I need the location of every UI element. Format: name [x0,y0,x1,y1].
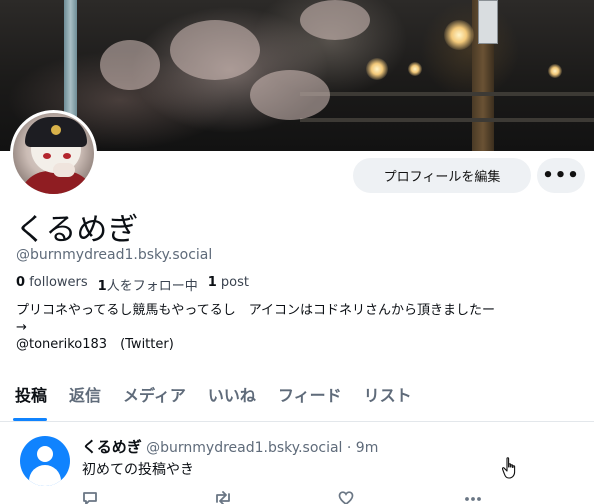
tab-replies[interactable]: 返信 [58,374,112,421]
default-avatar-head [37,446,53,462]
tab-label: 返信 [69,386,102,405]
followers-count: 0 [16,275,26,290]
tab-label: リスト [363,386,412,405]
tab-label: いいね [207,386,256,405]
tab-label: 投稿 [15,386,48,405]
posts-label: post [220,275,249,290]
banner-sign [478,0,498,44]
post-author-handle[interactable]: @burnmydread1.bsky.social [146,440,342,456]
post-text: 初めての投稿やき [82,462,194,478]
post-author-name[interactable]: くるめぎ [82,438,142,456]
avatar-hand [53,163,75,177]
tab-label: フィード [277,386,342,405]
active-tab-indicator [13,418,48,421]
more-icon[interactable] [464,490,482,504]
avatar-eye [43,153,51,159]
feed-post[interactable]: くるめぎ @burnmydread1.bsky.social · 9m 初めての… [0,422,594,504]
post-header: くるめぎ @burnmydread1.bsky.social · 9m [82,436,378,457]
banner-railing [300,118,594,122]
bio-line: プリコネやってるし競馬もやってるし アイコンはコドネリさんから頂きましたー [16,303,496,318]
bio-mention-line[interactable]: @toneriko183 (Twitter) [16,336,586,353]
avatar-eye [63,153,71,159]
banner-blossom [250,70,330,120]
repost-icon[interactable] [214,490,232,504]
bio-line: → [16,320,27,335]
default-avatar-body [29,465,61,486]
post-author-avatar[interactable] [20,436,70,486]
banner-lamp [548,64,562,78]
like-icon[interactable] [338,490,354,504]
post-actions [82,490,482,504]
posts-stat: 1 post [208,275,249,294]
tab-posts[interactable]: 投稿 [0,374,58,421]
banner-lamp [408,62,422,76]
tab-label: メディア [123,386,186,405]
profile-handle: @burnmydread1.bsky.social [16,247,213,263]
more-options-button[interactable]: ••• [537,158,585,193]
tab-media[interactable]: メディア [112,374,197,421]
tab-likes[interactable]: いいね [197,374,267,421]
followers-stat[interactable]: 0 followers [16,275,88,294]
display-name: くるめぎ [15,212,139,248]
posts-count: 1 [207,275,217,290]
profile-stats: 0 followers 1人をフォロー中 1 post [16,275,249,294]
ellipsis-icon: ••• [542,165,580,186]
following-count: 1 [97,279,107,294]
edit-profile-button[interactable]: プロフィールを編集 [353,158,531,193]
following-label: 人をフォロー中 [106,279,198,294]
tab-feeds[interactable]: フィード [267,374,353,421]
reply-icon[interactable] [82,490,98,504]
banner-blossom [100,40,160,90]
followers-label: followers [29,275,88,290]
post-time[interactable]: 9m [356,440,379,456]
banner-blossom [300,0,370,40]
profile-bio: プリコネやってるし競馬もやってるし アイコンはコドネリさんから頂きましたー → … [16,302,586,353]
hand-pointer-icon [501,456,520,484]
banner-lamp [366,58,388,80]
banner-blossom [170,20,260,80]
following-stat[interactable]: 1人をフォロー中 [98,275,198,294]
banner-railing [300,92,594,96]
tab-lists[interactable]: リスト [353,374,423,421]
profile-avatar[interactable] [10,110,97,197]
avatar-cap-badge [51,125,61,135]
profile-tabs: 投稿 返信 メディア いいね フィード リスト [0,374,594,422]
post-separator: · [346,440,352,456]
banner-lamp [444,20,474,50]
